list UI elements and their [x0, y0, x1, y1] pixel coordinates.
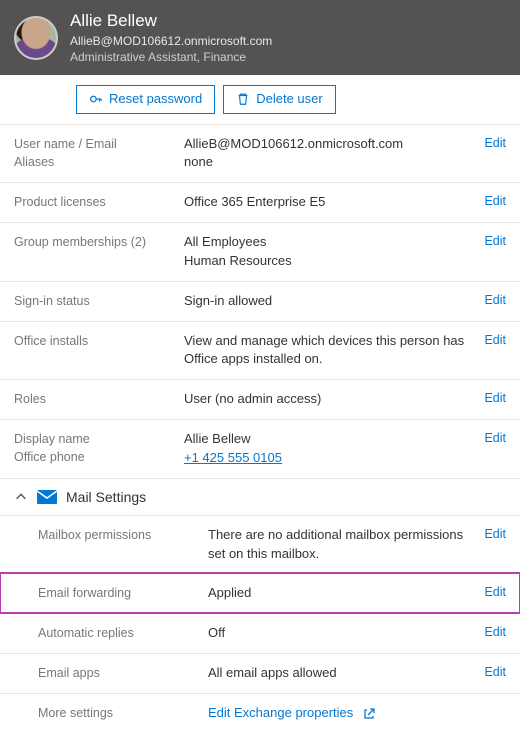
- edit-roles-link[interactable]: Edit: [484, 391, 506, 405]
- edit-username-link[interactable]: Edit: [484, 136, 506, 150]
- roles-label: Roles: [14, 392, 46, 406]
- fwd-value: Applied: [208, 585, 251, 600]
- edit-contact-link[interactable]: Edit: [484, 431, 506, 445]
- mail-settings-header[interactable]: Mail Settings: [0, 478, 520, 515]
- signin-value: Sign-in allowed: [184, 293, 272, 308]
- user-email: AllieB@MOD106612.onmicrosoft.com: [70, 33, 272, 49]
- more-value: Edit Exchange properties: [208, 705, 353, 720]
- edit-installs-link[interactable]: Edit: [484, 333, 506, 347]
- edit-perm-link[interactable]: Edit: [484, 527, 506, 541]
- fwd-label: Email forwarding: [38, 586, 131, 600]
- edit-groups-link[interactable]: Edit: [484, 234, 506, 248]
- edit-auto-link[interactable]: Edit: [484, 625, 506, 639]
- mail-settings-body: Mailbox permissions There are no additio…: [0, 515, 520, 733]
- user-header: Allie Bellew AllieB@MOD106612.onmicrosof…: [0, 0, 520, 75]
- user-name: Allie Bellew: [70, 10, 272, 33]
- mail-settings-title: Mail Settings: [66, 489, 146, 505]
- auto-value: Off: [208, 625, 225, 640]
- chevron-up-icon: [14, 490, 28, 504]
- display-name-value: Allie Bellew: [184, 431, 250, 446]
- row-licenses: Product licenses Office 365 Enterprise E…: [0, 182, 520, 222]
- row-email-apps: Email apps All email apps allowed Edit: [0, 653, 520, 693]
- row-more-settings: More settings Edit Exchange properties: [0, 693, 520, 733]
- external-link-icon: [363, 708, 375, 720]
- licenses-value: Office 365 Enterprise E5: [184, 194, 325, 209]
- user-header-text: Allie Bellew AllieB@MOD106612.onmicrosof…: [70, 10, 272, 65]
- edit-apps-link[interactable]: Edit: [484, 665, 506, 679]
- row-username: User name / Email Aliases AllieB@MOD1066…: [0, 124, 520, 183]
- signin-label: Sign-in status: [14, 294, 90, 308]
- office-phone-link[interactable]: +1 425 555 0105: [184, 450, 282, 465]
- perm-value: There are no additional mailbox permissi…: [208, 527, 463, 561]
- display-name-label: Display name: [14, 432, 90, 446]
- groups-value-2: Human Resources: [184, 253, 292, 268]
- username-value: AllieB@MOD106612.onmicrosoft.com: [184, 136, 403, 151]
- delete-user-label: Delete user: [256, 90, 322, 108]
- apps-value: All email apps allowed: [208, 665, 337, 680]
- avatar: [14, 16, 58, 60]
- row-groups: Group memberships (2) All Employees Huma…: [0, 222, 520, 281]
- groups-label: Group memberships (2): [14, 235, 146, 249]
- office-phone-label: Office phone: [14, 450, 85, 464]
- row-mailbox-permissions: Mailbox permissions There are no additio…: [0, 515, 520, 574]
- delete-user-button[interactable]: Delete user: [223, 85, 335, 113]
- edit-licenses-link[interactable]: Edit: [484, 194, 506, 208]
- groups-value-1: All Employees: [184, 234, 266, 249]
- row-roles: Roles User (no admin access) Edit: [0, 379, 520, 419]
- licenses-label: Product licenses: [14, 195, 106, 209]
- trash-icon: [236, 92, 250, 106]
- aliases-label: Aliases: [14, 155, 54, 169]
- row-installs: Office installs View and manage which de…: [0, 321, 520, 380]
- reset-password-button[interactable]: Reset password: [76, 85, 215, 113]
- row-display-phone: Display name Office phone Allie Bellew +…: [0, 419, 520, 478]
- mail-icon: [36, 489, 58, 505]
- row-automatic-replies: Automatic replies Off Edit: [0, 613, 520, 653]
- row-email-forwarding: Email forwarding Applied Edit: [0, 573, 520, 613]
- user-role: Administrative Assistant, Finance: [70, 49, 272, 65]
- row-signin: Sign-in status Sign-in allowed Edit: [0, 281, 520, 321]
- more-label: More settings: [38, 706, 113, 720]
- aliases-value: none: [184, 154, 213, 169]
- edit-exchange-link[interactable]: Edit Exchange properties: [208, 705, 375, 720]
- perm-label: Mailbox permissions: [38, 528, 151, 542]
- edit-fwd-link[interactable]: Edit: [484, 585, 506, 599]
- key-icon: [89, 92, 103, 106]
- action-bar: Reset password Delete user: [0, 75, 520, 123]
- installs-label: Office installs: [14, 334, 88, 348]
- apps-label: Email apps: [38, 666, 100, 680]
- reset-password-label: Reset password: [109, 90, 202, 108]
- installs-value: View and manage which devices this perso…: [184, 333, 464, 367]
- edit-signin-link[interactable]: Edit: [484, 293, 506, 307]
- roles-value: User (no admin access): [184, 391, 321, 406]
- auto-label: Automatic replies: [38, 626, 134, 640]
- username-label: User name / Email: [14, 137, 117, 151]
